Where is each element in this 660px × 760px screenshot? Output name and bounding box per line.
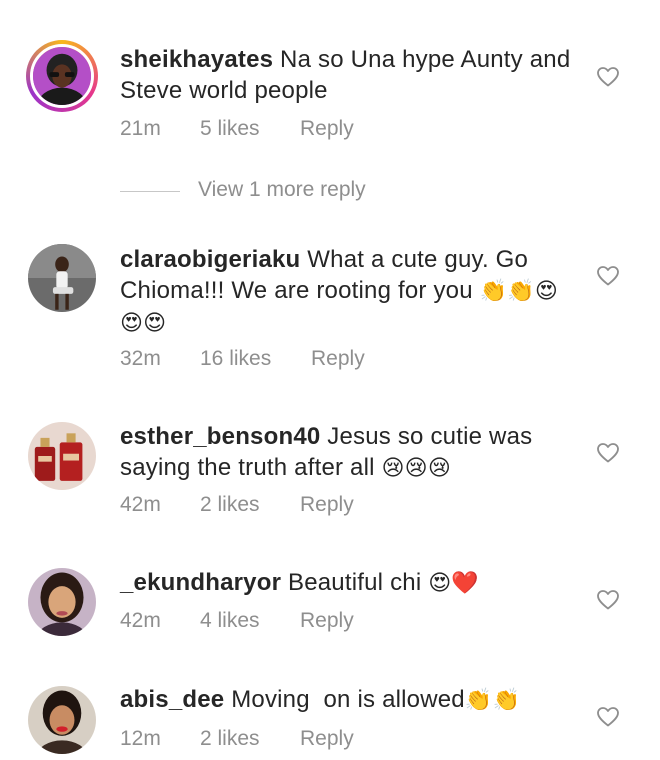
comment-time: 12m [120,727,161,750]
comment-time: 21m [120,117,161,140]
like-heart-icon[interactable] [596,264,620,288]
avatar-woman-red-lips-icon [28,686,96,754]
avatar[interactable] [28,568,96,636]
comment-likes[interactable]: 5 likes [200,117,260,141]
comment-body: Moving on is allowed [231,686,465,713]
avatar[interactable] [28,422,96,490]
avatar-woman-sitting-icon [28,244,96,312]
avatar-perfume-bottles-icon [28,422,96,490]
comment-username[interactable]: _ekundharyor [120,569,281,596]
comment-username[interactable]: esther_benson40 [120,423,320,450]
like-heart-icon[interactable] [596,65,620,89]
comment-likes[interactable]: 16 likes [200,347,271,371]
reply-button[interactable]: Reply [300,609,354,633]
comment-likes[interactable]: 4 likes [200,609,260,633]
comment-time: 32m [120,347,161,370]
comment-username[interactable]: claraobigeriaku [120,246,300,273]
comment-time: 42m [120,609,161,632]
like-heart-icon[interactable] [596,441,620,465]
comment-text: claraobigeriaku What a cute guy. Go Chio… [120,244,575,339]
comment-emoji: 👏👏 [464,688,521,713]
comment-text: sheikhayates Na so Una hype Aunty and St… [120,44,575,106]
view-more-replies-label[interactable]: View 1 more reply [198,178,366,202]
view-more-replies[interactable]: View 1 more reply [120,178,440,206]
comment-time: 42m [120,493,161,516]
like-heart-icon[interactable] [596,705,620,729]
comment-username[interactable]: abis_dee [120,686,224,713]
avatar-woman-selfie-icon [28,568,96,636]
comment-likes[interactable]: 2 likes [200,493,260,517]
reply-button[interactable]: Reply [311,347,365,371]
avatar[interactable] [28,244,96,312]
comment-text: _ekundharyor Beautiful chi 😍❤️ [120,567,575,599]
avatar[interactable] [28,686,96,754]
comment-emoji: 😢😢😢 [381,456,451,481]
divider-line [120,191,180,192]
avatar-woman-purple-icon [33,47,91,105]
like-heart-icon[interactable] [596,588,620,612]
comment-text: abis_dee Moving on is allowed👏👏 [120,684,575,716]
reply-button[interactable]: Reply [300,727,354,751]
reply-button[interactable]: Reply [300,117,354,141]
comment-username[interactable]: sheikhayates [120,46,273,73]
comment-emoji: 😍❤️ [428,571,479,596]
reply-button[interactable]: Reply [300,493,354,517]
comment-text: esther_benson40 Jesus so cutie was sayin… [120,421,575,484]
avatar[interactable] [26,40,98,112]
comment-body: Beautiful chi [288,569,422,596]
comment-likes[interactable]: 2 likes [200,727,260,751]
